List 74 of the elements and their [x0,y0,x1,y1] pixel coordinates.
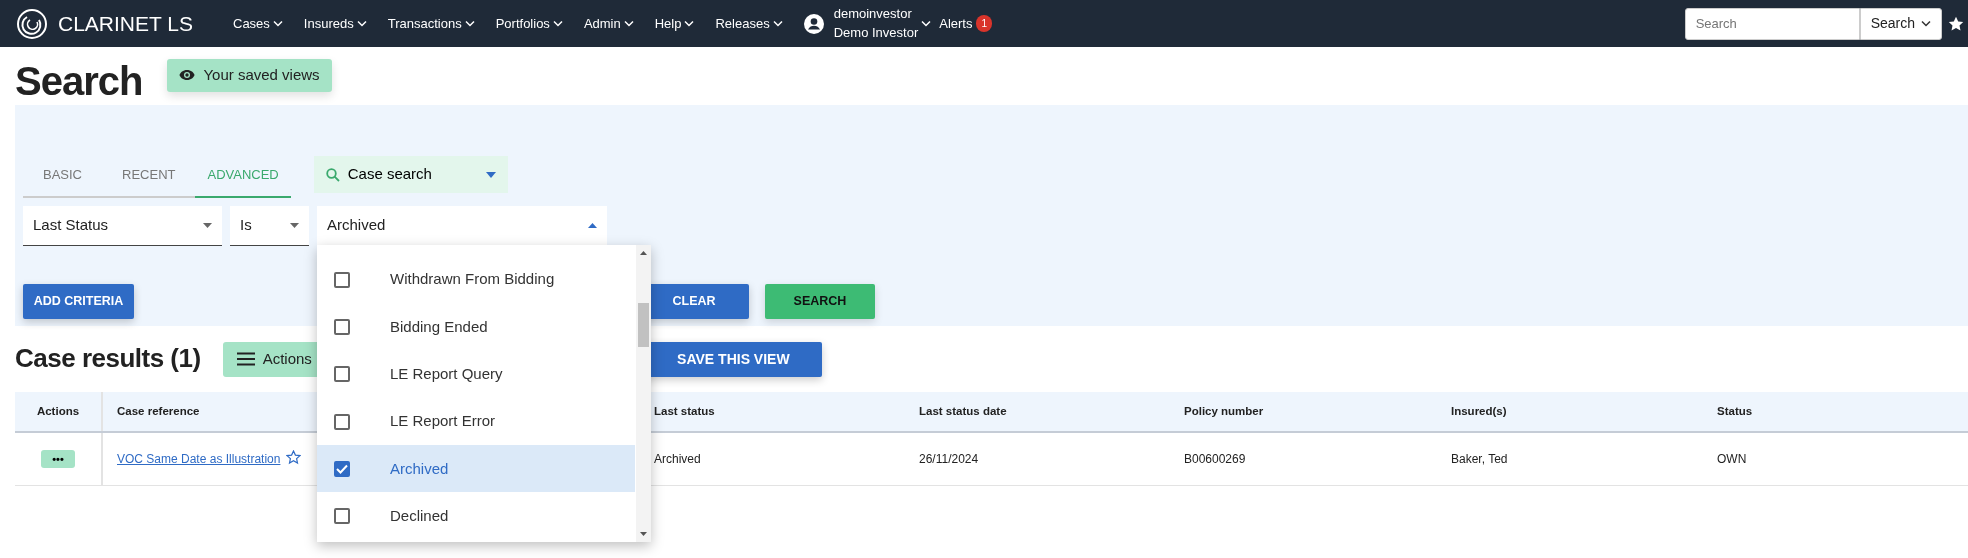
column-header: Last status [654,404,715,417]
column-header: Actions [36,404,80,417]
checkbox[interactable] [334,460,350,477]
page-title: Search [15,61,143,101]
checkbox[interactable] [334,508,350,525]
search-type-dropdown[interactable]: Case search [313,156,508,193]
caret-icon [1921,20,1931,27]
table-cell: OWN [1717,451,1747,466]
column-header: Policy number [1184,404,1264,417]
nav-menu[interactable]: Admin [583,13,634,34]
caret-icon [623,20,634,27]
option-label: Withdrawn From Bidding [390,269,555,290]
column-header: Last status date [919,404,1007,417]
column-header: Insured(s) [1451,404,1507,417]
brand-name: CLARINET LS [58,10,193,37]
saved-views-button[interactable]: Your saved views [167,58,332,92]
nav-menu[interactable]: Releases [715,13,783,34]
option-label: Bidding Ended [390,316,488,337]
option-label: LE Report Error [390,411,496,432]
scrollbar[interactable] [636,245,651,542]
option-item[interactable]: Withdrawn From Bidding [317,256,635,304]
caret-icon [290,223,299,228]
value-select[interactable]: Archived [317,206,607,246]
caret-icon [464,20,475,27]
table-cell: 26/11/2024 [919,451,979,466]
caret-icon [921,20,932,27]
option-item[interactable]: LE Report Error [317,397,635,446]
search-icon [325,167,340,182]
nav-menu[interactable]: Help [654,13,695,34]
table-cell: Baker, Ted [1451,451,1508,466]
nav-menu[interactable]: Insureds [303,13,367,34]
caret-icon [684,20,695,27]
option-label: Archived [390,458,449,479]
checkbox[interactable] [334,413,350,430]
nav-menu[interactable]: Transactions [387,13,475,34]
caret-icon [772,20,783,27]
column-header: Case reference [117,404,200,417]
table-cell: Archived [654,451,701,466]
caret-icon [356,20,367,27]
star-icon [1948,15,1964,32]
option-item[interactable]: Declined [317,492,635,540]
search-tab[interactable]: RECENT [102,154,196,198]
user-menu[interactable]: demoinvestor Demo Investor [833,5,932,42]
caret-icon [272,20,283,27]
add-criteria-button[interactable]: ADD CRITERIA [23,284,134,319]
checkbox[interactable] [334,271,350,288]
section-title: Case results (1) [15,343,201,375]
search-field[interactable]: Search [1684,7,1860,40]
field-select[interactable]: Last Status [23,206,222,246]
alert-count-badge: 1 [976,15,993,32]
caret-icon [485,171,496,178]
column-header: Status [1717,404,1753,417]
case-link[interactable]: VOC Same Date as Illustration [117,451,281,466]
user-avatar-icon [803,13,824,34]
caret-icon [588,223,597,228]
option-label: Declined [390,505,449,526]
caret-icon [552,20,563,27]
logo-icon [16,7,48,40]
caret-icon [203,223,212,228]
checkbox[interactable] [334,366,350,383]
operator-select[interactable]: Is [230,206,309,246]
row-actions-button[interactable]: ••• [41,449,75,468]
nav-menu[interactable]: Portfolios [495,13,563,34]
alerts-link[interactable]: Alerts [939,13,973,34]
menu-icon [236,352,255,366]
search-tab[interactable]: BASIC [23,154,102,198]
search-button[interactable]: SEARCH [765,284,875,319]
eye-icon [179,69,196,81]
nav-menu[interactable]: Cases [233,13,283,34]
search-button[interactable]: Search [1859,7,1942,40]
table-cell: B00600269 [1184,451,1246,466]
option-item[interactable]: Archived [317,445,635,493]
star-icon[interactable] [286,449,302,465]
checkbox[interactable] [334,318,350,335]
